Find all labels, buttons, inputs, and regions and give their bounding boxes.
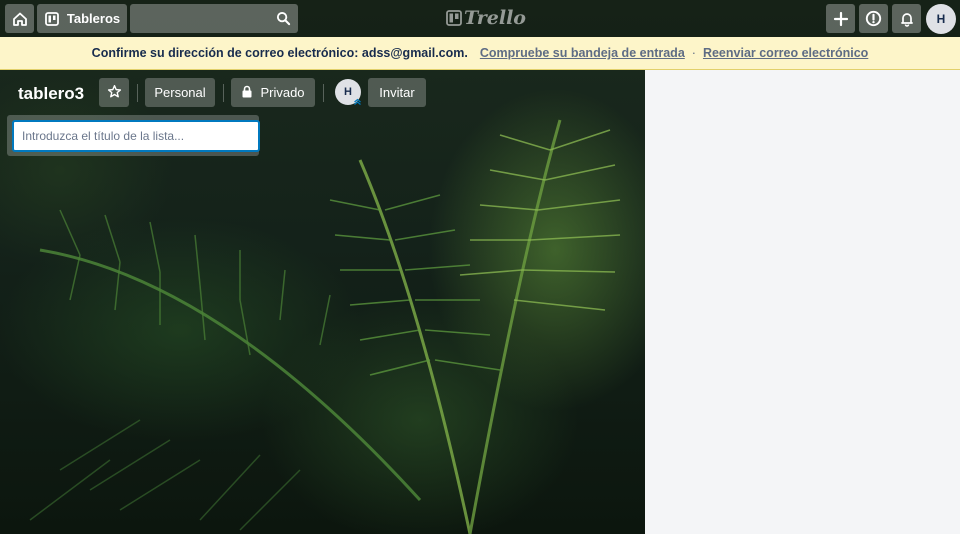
- search-icon[interactable]: [276, 11, 291, 31]
- banner-separator: ·: [691, 46, 696, 60]
- visibility-label: Privado: [260, 85, 305, 100]
- star-button[interactable]: [99, 78, 129, 107]
- logo-text: Trello: [464, 7, 526, 29]
- board-title[interactable]: tablero3: [18, 84, 84, 104]
- list-title-input[interactable]: [12, 120, 260, 152]
- board-icon: [44, 11, 60, 27]
- workspace-label: Personal: [154, 85, 206, 100]
- search-input[interactable]: [130, 4, 298, 33]
- member-avatar[interactable]: H: [335, 79, 361, 105]
- side-panel: [645, 70, 960, 534]
- user-avatar[interactable]: H: [926, 4, 956, 34]
- plus-icon: [833, 11, 849, 27]
- top-header: Tableros Trello H: [0, 0, 960, 37]
- trello-logo-icon: [446, 10, 462, 26]
- banner-message: Confirme su dirección de correo electrón…: [91, 46, 468, 60]
- home-icon: [12, 11, 28, 27]
- star-icon: [107, 84, 122, 102]
- palm-leaves-image: [29, 119, 621, 534]
- notifications-button[interactable]: [892, 4, 921, 33]
- workspace-button[interactable]: Personal: [145, 78, 215, 107]
- member-initial: H: [344, 86, 352, 98]
- bell-icon: [899, 11, 915, 27]
- lock-icon: [241, 85, 253, 101]
- add-list-composer: [7, 115, 260, 156]
- boards-label: Tableros: [66, 11, 121, 26]
- info-button[interactable]: [859, 4, 888, 33]
- resend-email-link[interactable]: Reenviar correo electrónico: [703, 46, 868, 60]
- header-divider: [223, 84, 224, 102]
- avatar-initial: H: [936, 12, 946, 26]
- home-button[interactable]: [5, 4, 34, 33]
- create-button[interactable]: [826, 4, 855, 33]
- check-inbox-link[interactable]: Compruebe su bandeja de entrada: [480, 46, 685, 60]
- invite-label: Invitar: [379, 85, 415, 100]
- visibility-button[interactable]: Privado: [231, 78, 315, 107]
- header-divider: [137, 84, 138, 102]
- admin-chevron-icon: [353, 97, 362, 106]
- trello-logo[interactable]: Trello: [446, 7, 526, 29]
- header-divider: [323, 84, 324, 102]
- info-icon: [865, 10, 882, 27]
- invite-button[interactable]: Invitar: [368, 78, 426, 107]
- boards-button[interactable]: Tableros: [37, 4, 127, 33]
- email-confirm-banner: Confirme su dirección de correo electrón…: [0, 37, 960, 70]
